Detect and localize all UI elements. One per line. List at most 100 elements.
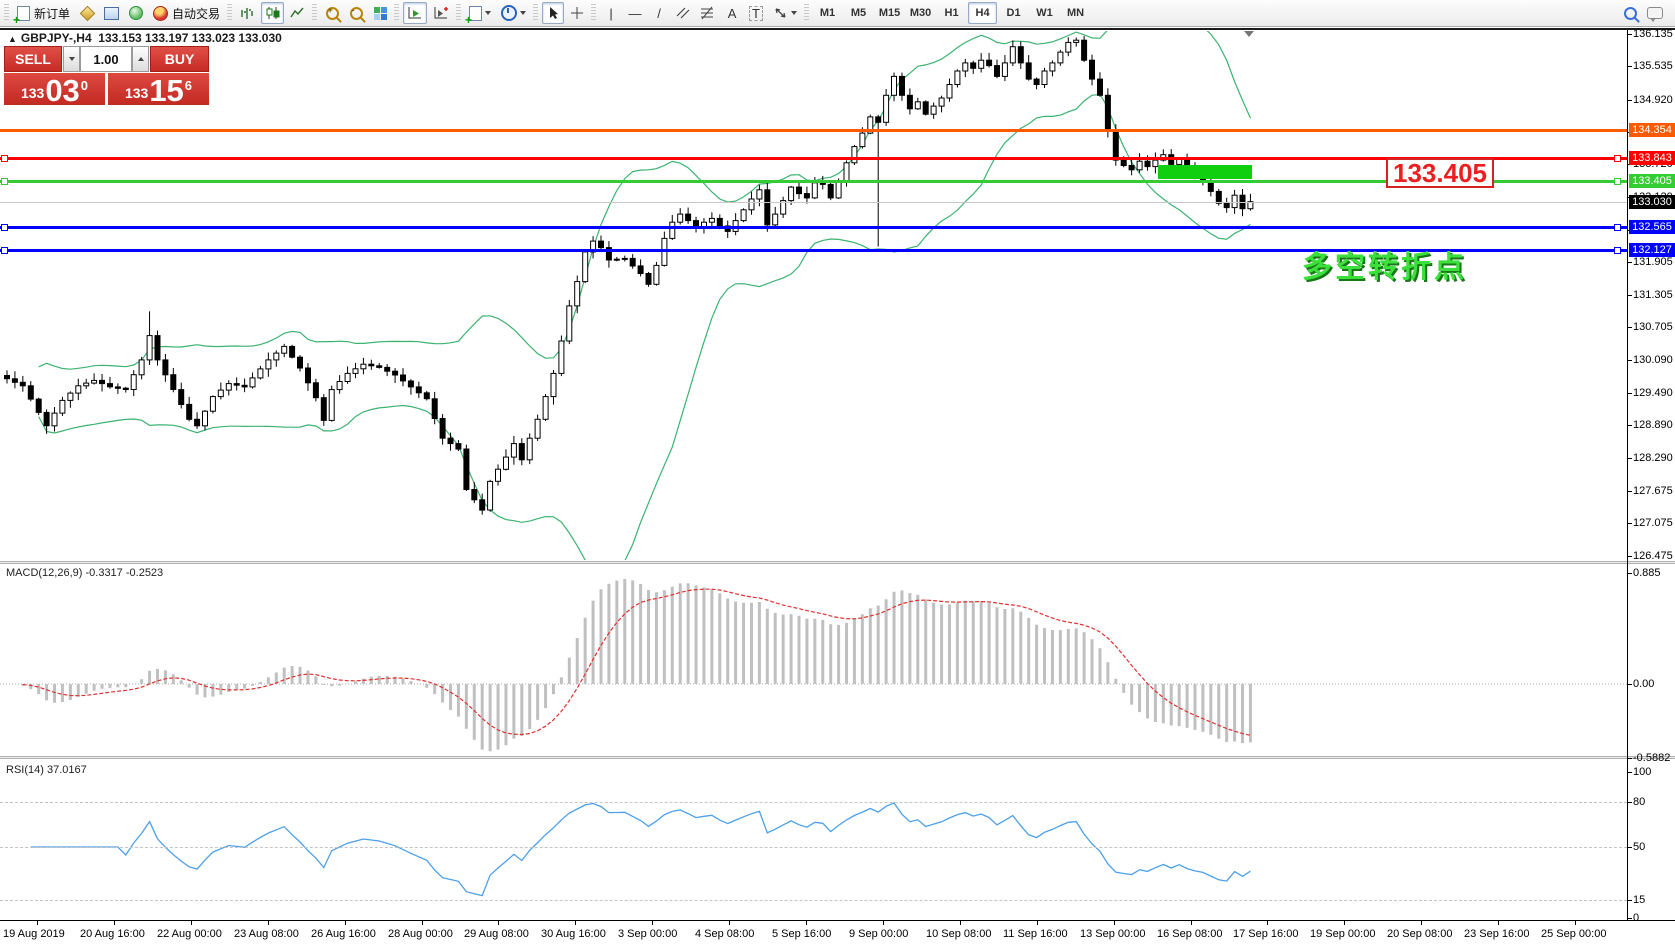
crosshair-button[interactable] [566,2,588,24]
text-button[interactable]: A [721,2,743,24]
line-endpoint[interactable] [1,224,8,231]
line-endpoint[interactable] [1614,224,1621,231]
timeframe-m30[interactable]: M30 [906,2,935,24]
main-chart-canvas[interactable] [0,31,1627,560]
macd-tick [1627,758,1632,759]
line-endpoint[interactable] [1614,155,1621,162]
price-line-132.565[interactable] [0,226,1627,229]
turning-point-label[interactable]: 多空转折点 [1302,242,1467,286]
timeframe-m5[interactable]: M5 [844,2,873,24]
price-tick [1627,100,1632,101]
timeframe-m1[interactable]: M1 [813,2,842,24]
line-endpoint[interactable] [1,155,8,162]
timeframe-w1[interactable]: W1 [1030,2,1059,24]
chat-icon [1647,7,1663,22]
search-button[interactable] [1619,2,1641,24]
volume-down-button[interactable] [63,46,80,72]
auto-scroll-button[interactable] [403,2,428,24]
line-endpoint[interactable] [1614,247,1621,254]
timeframe-group: M1 M5 M15 M30 H1 H4 D1 W1 MN [812,2,1091,24]
autotrading-button[interactable]: 自动交易 [149,2,224,24]
time-label: 22 Aug 00:00 [157,928,222,940]
fibonacci-button[interactable] [696,2,719,24]
trendline-button[interactable]: / [648,2,670,24]
timeframe-d1[interactable]: D1 [999,2,1028,24]
zoom-out-icon: - [349,5,363,20]
label-button[interactable]: T [745,2,767,24]
chat-button[interactable] [1643,2,1667,24]
rsi-tick [1627,918,1632,919]
chart-shift-button[interactable] [429,2,453,24]
arrows-icon [775,8,786,18]
price-line-133.030[interactable] [0,202,1627,203]
price-line-133.843[interactable] [0,157,1627,160]
timeframe-h1[interactable]: H1 [937,2,966,24]
horizontal-line-button[interactable]: — [624,2,646,24]
tile-windows-icon [373,6,387,20]
line-endpoint[interactable] [1,178,8,185]
sell-price[interactable]: 133 03 0 [4,73,105,106]
price-tick [1627,66,1632,67]
price-line-134.354[interactable] [0,129,1627,132]
line-chart-button[interactable] [286,2,309,24]
vertical-line-button[interactable]: | [600,2,622,24]
quotes-button[interactable] [76,2,98,24]
timeframe-mn[interactable]: MN [1061,2,1090,24]
autotrading-label: 自动交易 [172,6,221,21]
price-tick-label: 130.090 [1633,354,1673,366]
macd-canvas[interactable] [0,565,1627,755]
chart-title: ▲ GBPJPY-,H4 133.153 133.197 133.023 133.… [8,31,282,45]
pane-separator[interactable] [0,561,1675,564]
price-tick-label: 135.535 [1633,60,1673,72]
zoom-in-button[interactable]: + [321,2,343,24]
toolbar-grip [533,4,539,22]
time-tick [191,921,192,925]
toolbar-grip [456,4,462,22]
time-label: 10 Sep 08:00 [926,928,992,940]
chart-shift-marker[interactable] [1244,31,1254,37]
toolbar-grip [591,4,597,22]
pane-separator[interactable] [0,756,1675,759]
time-tick [422,921,423,925]
indicators-icon: + [465,5,483,26]
bar-chart-icon [241,8,253,19]
news-button[interactable] [125,2,147,24]
dropdown-caret-icon [485,11,492,15]
timeframe-h4[interactable]: H4 [968,2,998,24]
line-endpoint[interactable] [1,247,8,254]
line-endpoint[interactable] [1614,178,1621,185]
arrows-button[interactable] [769,2,801,24]
new-order-icon: + [13,5,30,26]
price-line-133.405[interactable] [0,180,1627,183]
one-click-trade-panel: SELL BUY 133 03 0 133 15 6 [4,46,209,106]
crosshair-icon [571,7,584,19]
rsi-tick-label: 50 [1633,841,1646,853]
candlestick-chart-icon [266,7,280,19]
rsi-label: RSI(14) 37.0167 [6,764,87,776]
indicators-button[interactable]: + [465,2,495,26]
price-callout[interactable]: 133.405 [1386,158,1494,188]
macd-tick-label: -0.5882 [1633,752,1671,764]
sell-button[interactable]: SELL [4,46,62,72]
tile-windows-button[interactable] [369,2,391,24]
time-label: 30 Aug 16:00 [541,928,606,940]
new-order-button[interactable]: + 新订单 [13,2,74,26]
buy-price[interactable]: 133 15 6 [108,73,209,106]
time-label: 23 Sep 16:00 [1464,928,1530,940]
support-zone-highlight[interactable] [1158,165,1252,179]
price-line-label-132.127: 132.127 [1629,243,1675,257]
candlestick-chart-button[interactable] [261,2,285,24]
volume-input[interactable] [80,46,132,72]
periods-button[interactable] [497,2,530,24]
volume-up-button[interactable] [132,46,149,72]
timeframe-m15[interactable]: M15 [875,2,904,24]
price-tick [1627,523,1632,524]
rsi-canvas[interactable] [0,760,1627,918]
buy-button[interactable]: BUY [150,46,209,72]
market-watch-button[interactable] [100,2,123,24]
cursor-button[interactable] [542,2,565,24]
channel-button[interactable] [672,2,694,24]
zoom-out-button[interactable]: - [345,2,367,24]
bar-chart-button[interactable] [236,2,259,24]
dropdown-caret-icon [791,11,798,15]
